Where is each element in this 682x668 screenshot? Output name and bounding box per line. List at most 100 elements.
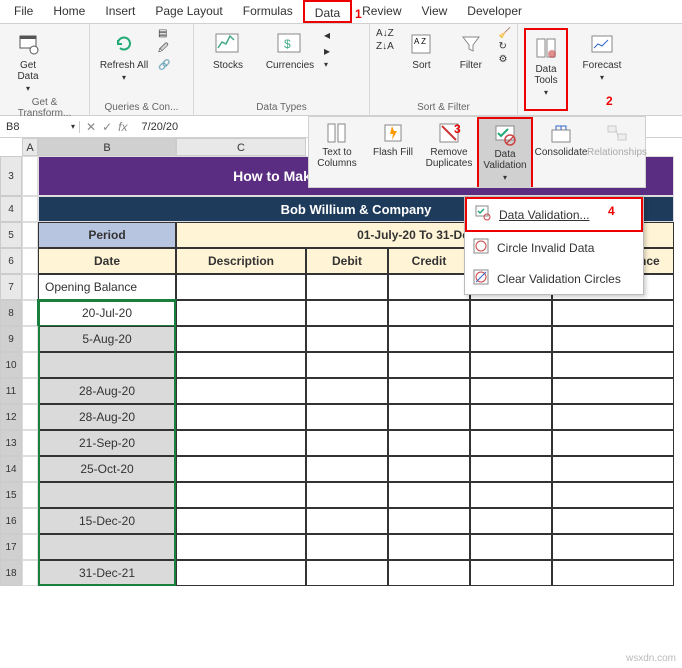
reapply-icon[interactable]: ↻ [499, 41, 511, 52]
cell[interactable] [306, 300, 388, 326]
row-16[interactable]: 16 [0, 508, 22, 534]
cell[interactable] [552, 456, 674, 482]
tab-view[interactable]: View [412, 0, 458, 23]
cell[interactable] [388, 300, 470, 326]
cell[interactable] [306, 508, 388, 534]
cell[interactable] [388, 404, 470, 430]
consolidate-button[interactable]: Consolidate [533, 117, 589, 187]
menu-data-validation[interactable]: Data Validation... [465, 197, 643, 232]
cell[interactable] [388, 274, 470, 300]
tab-data[interactable]: Data [303, 0, 352, 23]
row-8[interactable]: 8 [0, 300, 22, 326]
cell[interactable] [306, 404, 388, 430]
cell[interactable] [470, 430, 552, 456]
row-18[interactable]: 18 [0, 560, 22, 586]
cell[interactable] [552, 404, 674, 430]
get-data-button[interactable]: Get Data ▾ [6, 28, 50, 95]
text-to-columns-button[interactable]: Text to Columns [309, 117, 365, 187]
menu-clear-circles[interactable]: Clear Validation Circles [465, 263, 643, 294]
cell[interactable] [470, 378, 552, 404]
col-b[interactable]: B [38, 138, 176, 156]
tab-formulas[interactable]: Formulas [233, 0, 303, 23]
cell[interactable] [176, 534, 306, 560]
cell[interactable] [470, 534, 552, 560]
col-a[interactable]: A [22, 138, 38, 156]
data-tools-button[interactable]: Data Tools ▾ [528, 32, 564, 99]
date-cell[interactable]: 15-Dec-20 [38, 508, 176, 534]
cell[interactable] [176, 300, 306, 326]
cell[interactable] [470, 326, 552, 352]
refresh-all-button[interactable]: Refresh All ▾ [96, 28, 152, 84]
data-validation-button[interactable]: Data Validation▾ [477, 117, 533, 187]
tab-pagelayout[interactable]: Page Layout [145, 0, 232, 23]
clear-filter-icon[interactable]: 🧹 [499, 28, 511, 39]
cell[interactable] [176, 482, 306, 508]
cell[interactable] [306, 326, 388, 352]
forecast-button[interactable]: Forecast ▾ [580, 28, 624, 84]
scroll-right-icon[interactable]: ▸ [324, 44, 330, 58]
cancel-icon[interactable]: ✕ [86, 120, 96, 134]
tab-home[interactable]: Home [43, 0, 95, 23]
cell[interactable] [388, 482, 470, 508]
menu-circle-invalid[interactable]: Circle Invalid Data [465, 232, 643, 263]
date-cell[interactable]: 21-Sep-20 [38, 430, 176, 456]
cell[interactable] [388, 326, 470, 352]
row-13[interactable]: 13 [0, 430, 22, 456]
sort-asc-icon[interactable]: A↓Z [376, 28, 394, 39]
remove-duplicates-button[interactable]: Remove Duplicates [421, 117, 477, 187]
cell[interactable] [306, 534, 388, 560]
cell[interactable] [552, 534, 674, 560]
row-10[interactable]: 10 [0, 352, 22, 378]
cell[interactable] [306, 378, 388, 404]
row-5[interactable]: 5 [0, 222, 22, 248]
date-cell[interactable]: 28-Aug-20 [38, 404, 176, 430]
cell[interactable] [470, 508, 552, 534]
date-cell[interactable]: 31-Dec-21 [38, 560, 176, 586]
cell[interactable] [552, 508, 674, 534]
sort-desc-icon[interactable]: Z↓A [376, 41, 394, 52]
cell[interactable] [306, 430, 388, 456]
cell[interactable] [176, 508, 306, 534]
links-icon[interactable]: 🔗 [158, 60, 170, 71]
cell[interactable] [552, 326, 674, 352]
cell[interactable] [306, 482, 388, 508]
date-cell[interactable]: 25-Oct-20 [38, 456, 176, 482]
advanced-icon[interactable]: ⚙ [499, 54, 511, 65]
cell[interactable] [306, 560, 388, 586]
cell[interactable] [470, 456, 552, 482]
flash-fill-button[interactable]: Flash Fill [365, 117, 421, 187]
cell[interactable] [388, 430, 470, 456]
cell[interactable] [388, 508, 470, 534]
queries-icon[interactable]: ▤ [158, 28, 170, 39]
cell[interactable] [176, 352, 306, 378]
cell[interactable] [470, 300, 552, 326]
cell[interactable] [552, 482, 674, 508]
cell[interactable] [388, 378, 470, 404]
tab-file[interactable]: File [4, 0, 43, 23]
cell[interactable] [552, 378, 674, 404]
cell[interactable] [470, 482, 552, 508]
tab-insert[interactable]: Insert [95, 0, 145, 23]
cell[interactable] [552, 352, 674, 378]
dropdown-icon[interactable]: ▾ [324, 60, 330, 69]
cell[interactable] [306, 456, 388, 482]
cell[interactable] [176, 430, 306, 456]
cell[interactable] [388, 352, 470, 378]
row-4[interactable]: 4 [0, 196, 22, 222]
cell[interactable] [552, 300, 674, 326]
fx-icon[interactable]: fx [118, 120, 127, 134]
row-15[interactable]: 15 [0, 482, 22, 508]
filter-button[interactable]: Filter [449, 28, 492, 73]
cell[interactable] [306, 274, 388, 300]
date-cell[interactable] [38, 352, 176, 378]
properties-icon[interactable]: 🖉 [158, 41, 170, 58]
cell[interactable] [470, 404, 552, 430]
stocks-button[interactable]: Stocks [200, 28, 256, 73]
cell[interactable] [388, 560, 470, 586]
cell[interactable] [306, 352, 388, 378]
cell[interactable] [388, 456, 470, 482]
accept-icon[interactable]: ✓ [102, 120, 112, 134]
row-6[interactable]: 6 [0, 248, 22, 274]
cell[interactable] [470, 352, 552, 378]
cell[interactable] [176, 456, 306, 482]
